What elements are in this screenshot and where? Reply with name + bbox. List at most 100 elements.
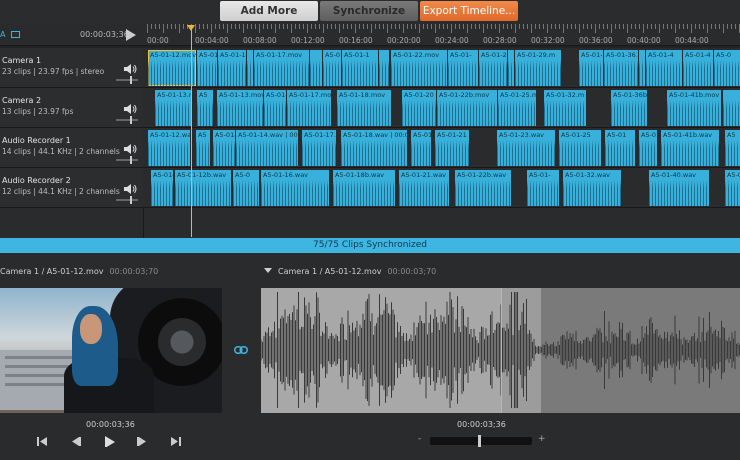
export-timeline-button[interactable]: Export Timeline... <box>420 1 518 21</box>
add-more-media-button[interactable]: Add More Media... <box>220 1 318 37</box>
zoom-out-label[interactable]: - <box>418 434 421 444</box>
timeline-clip[interactable]: A5-01- <box>579 50 603 86</box>
timeline-clip[interactable]: A5-01 <box>605 130 635 166</box>
timeline-clip[interactable]: A5-01-22b.wav <box>455 170 511 206</box>
timeline-clip[interactable]: A5 <box>197 90 213 126</box>
timeline-clip[interactable]: A5-01-29.m <box>515 50 561 86</box>
ruler-label: 00:00 <box>147 36 169 45</box>
timeline-clip[interactable]: A5-01-4 <box>683 50 713 86</box>
track-lane[interactable]: A5-01-12.movA5-01-1A5-01-15.A5-01-17.mov… <box>143 48 740 88</box>
timeline-clip[interactable] <box>310 50 322 86</box>
timeline-clip[interactable]: A5 <box>196 130 210 166</box>
timeline-clip[interactable] <box>723 90 740 126</box>
timeline-clip[interactable]: A5 <box>725 130 740 166</box>
zoom-slider[interactable] <box>430 435 532 447</box>
play-icon[interactable] <box>126 29 136 41</box>
chevron-down-icon[interactable] <box>264 268 272 273</box>
timeline-clip[interactable]: A5-01-4 <box>646 50 682 86</box>
timeline-clip[interactable]: A5-01-15. <box>218 50 246 86</box>
zoom-slider-handle[interactable] <box>478 435 481 447</box>
clip-label: A5-01- <box>450 51 472 59</box>
clip-label: A5-01-1 <box>344 51 370 59</box>
clip-label: A5 <box>727 131 736 139</box>
timeline-clip[interactable]: A5-01 <box>411 130 431 166</box>
timeline-clip[interactable]: A5-01-25.m <box>498 90 536 126</box>
timeline-clip[interactable]: A5-0 <box>233 170 259 206</box>
clip-label: A5-01-4 <box>685 51 711 59</box>
timeline-clip[interactable]: A5-01-21 <box>435 130 469 166</box>
timeline-clip[interactable]: A5-01-12b.wav <box>175 170 231 206</box>
track-lane[interactable]: A5-01- A5-01-12b.wav A5-0 A5-01-16.wav A5-01… <box>143 168 740 208</box>
skip-to-end-icon[interactable] <box>170 436 182 447</box>
track-header[interactable]: Audio Recorder 2 12 clips | 44.1 KHz | 2 … <box>0 168 143 208</box>
link-icon[interactable] <box>234 346 248 354</box>
timeline-clip[interactable]: A5-01-18.mov <box>337 90 391 126</box>
timeline-clip[interactable] <box>379 50 389 86</box>
timeline-clip[interactable]: A5-01-32.m <box>544 90 586 126</box>
timeline-clip[interactable]: A5-01-1 <box>264 90 286 126</box>
timeline-ruler[interactable]: 00:00 00:04:00 00:08:00 00:12:00 00:16:00 00:… <box>143 24 740 46</box>
timeline-clip[interactable]: A5-01-21.wav <box>399 170 449 206</box>
track-header[interactable]: Camera 1 23 clips | 23.97 fps | stereo <box>0 48 143 88</box>
timeline-clip[interactable]: A5-01- <box>448 50 478 86</box>
timeline-clip[interactable]: A5-01-36b <box>611 90 647 126</box>
track-header[interactable]: Audio Recorder 1 14 clips | 44.1 KHz | 2 … <box>0 128 143 168</box>
step-forward-icon[interactable] <box>136 436 148 447</box>
timeline-clip[interactable]: A5-01-41b.mov <box>667 90 721 126</box>
zoom-in-label[interactable]: + <box>538 434 546 444</box>
timeline-clip[interactable]: A5-01-14.wav | 00:0 <box>236 130 298 166</box>
timeline-clip[interactable]: A5-01 <box>639 130 657 166</box>
timeline-clip[interactable]: A5-01-40.wav <box>649 170 709 206</box>
timeline-clip[interactable]: A5-01-17. <box>302 130 336 166</box>
play-button-icon[interactable] <box>103 436 115 447</box>
timeline-clip[interactable]: A5-01-16.wav <box>261 170 329 206</box>
timeline-clip[interactable]: A5-01-32.wav <box>563 170 621 206</box>
timeline-clip[interactable]: A5-0 <box>714 50 740 86</box>
volume-slider[interactable] <box>116 76 138 84</box>
skip-to-start-icon[interactable] <box>36 436 48 447</box>
timeline-clip[interactable]: A5-01-22.mov <box>391 50 447 86</box>
timeline-clip[interactable]: A5-01-12.mov <box>148 50 196 86</box>
timeline-clip[interactable]: A5-01-18b.wav <box>333 170 395 206</box>
timeline-clip[interactable]: A5-01-22b.mov <box>437 90 497 126</box>
playhead[interactable] <box>191 27 192 237</box>
timeline-clip[interactable]: A5-01-17.mov <box>254 50 309 86</box>
timeline-clip[interactable]: A5-01-41b.wav <box>661 130 719 166</box>
track-header[interactable]: Camera 2 13 clips | 23.97 fps <box>0 88 143 128</box>
timeline-clip[interactable]: A5-01-1 <box>342 50 378 86</box>
timeline-clip[interactable]: A5-01-13.mov <box>217 90 263 126</box>
timeline-clip[interactable]: A5-01-20 <box>402 90 436 126</box>
volume-slider[interactable] <box>116 156 138 164</box>
audio-mode-label[interactable]: A <box>0 30 5 39</box>
volume-slider[interactable] <box>116 196 138 204</box>
timeline-clip[interactable]: A5-01-4 <box>725 170 740 206</box>
timeline-clip[interactable]: A5-01 <box>323 50 341 86</box>
audio-waveform-panel[interactable] <box>261 288 740 413</box>
synchronize-button[interactable]: Synchronize <box>320 1 418 21</box>
ruler-tick <box>507 24 508 29</box>
timeline-clip[interactable]: A5-01-12.wav <box>148 130 190 166</box>
track-lane[interactable]: A5-01-12.wav A5 A5-01-A5-01-14.wav | 00:0 A… <box>143 128 740 168</box>
timeline-clip[interactable]: A5-01-18.wav | 00:00 <box>341 130 407 166</box>
track-lane[interactable]: A5-01-13.movA5A5-01-13.movA5-01-1A5-01-1… <box>143 88 740 128</box>
timeline-clip[interactable]: A5-01- <box>213 130 235 166</box>
timeline-clip[interactable]: A5-01-23.wav <box>497 130 555 166</box>
step-back-icon[interactable] <box>70 436 82 447</box>
clip-label: A5-01-4 <box>648 51 674 59</box>
timeline-clip[interactable] <box>247 50 253 86</box>
timeline-clip[interactable]: A5-01-36. <box>604 50 638 86</box>
timeline-clip[interactable] <box>508 50 514 86</box>
ruler-tick <box>303 24 304 29</box>
timeline-clip[interactable] <box>639 50 645 86</box>
timeline-clip[interactable]: A5-01-17.mov <box>287 90 331 126</box>
timeline-clip[interactable]: A5-01- <box>151 170 173 206</box>
monitor-icon[interactable] <box>11 31 20 38</box>
waveform-playhead[interactable] <box>501 288 502 413</box>
timeline-clip[interactable]: A5-01-2 <box>479 50 507 86</box>
volume-slider[interactable] <box>116 116 138 124</box>
timeline-clip[interactable]: A5-01-1 <box>197 50 217 86</box>
timeline-clip[interactable]: A5-01- <box>527 170 559 206</box>
timeline-clip[interactable]: A5-01-13.mov <box>155 90 191 126</box>
clip-label: A5-01-18.mov <box>339 91 386 99</box>
timeline-clip[interactable]: A5-01-25 <box>559 130 601 166</box>
